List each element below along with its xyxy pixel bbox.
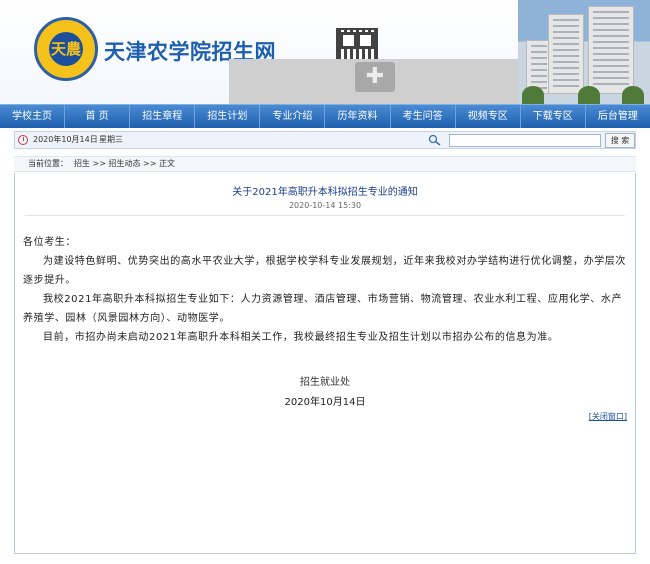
article-title: 关于2021年高职升本科拟招生专业的通知: [232, 187, 418, 198]
tree-icon: [522, 86, 544, 104]
breadcrumb-path[interactable]: 招生 >> 招生动态 >> 正文: [74, 159, 175, 168]
nav-item-admission-plan[interactable]: 招生计划: [195, 105, 261, 128]
nav-item-home[interactable]: 首 页: [65, 105, 131, 128]
article-content: 各位考生： 为建设特色鲜明、优势突出的高水平农业大学，根据学校学科专业发展规划，…: [23, 233, 631, 347]
nav-item-admin[interactable]: 后台管理: [586, 105, 650, 128]
breadcrumb: 当前位置： 招生 >> 招生动态 >> 正文: [14, 156, 636, 172]
nav-item-faq[interactable]: 考生问答: [391, 105, 456, 128]
current-date: 2020年10月14日: [33, 135, 98, 144]
article-greeting: 各位考生：: [23, 237, 76, 248]
article-paragraph: 我校2021年高职升本科拟招生专业如下：人力资源管理、酒店管理、市场营销、物流管…: [23, 294, 623, 324]
school-logo[interactable]: 天農: [34, 17, 98, 81]
campus-photo: [518, 0, 650, 104]
header-banner: 天農 天津农学院招生网 ✚: [0, 0, 650, 104]
nav-item-video[interactable]: 视频专区: [456, 105, 521, 128]
main-nav: 学校主页 首 页 招生章程 招生计划 专业介绍 历年资料 考生问答 视频专区 下…: [0, 104, 650, 128]
tree-icon: [578, 86, 600, 104]
article-time: 2020-10-14 15:30: [288, 201, 362, 210]
info-bar: 2020年10月14日 星期三 搜 索: [14, 131, 636, 149]
logo-emblem: 天農: [49, 32, 83, 66]
article-paragraph: 为建设特色鲜明、优势突出的高水平农业大学，根据学校学科专业发展规划，近年来我校对…: [23, 256, 626, 286]
breadcrumb-prefix: 当前位置：: [28, 159, 68, 168]
search-icon: [428, 134, 441, 146]
search-button[interactable]: 搜 索: [605, 133, 635, 148]
puzzle-piece-icon: ✚: [355, 62, 395, 92]
tree-icon: [622, 86, 644, 104]
article-signature: 招生就业处: [300, 377, 350, 388]
campus-building: [588, 6, 634, 94]
nav-item-admission-rules[interactable]: 招生章程: [130, 105, 196, 128]
current-weekday: 星期三: [99, 135, 123, 144]
nav-item-majors[interactable]: 专业介绍: [260, 105, 326, 128]
nav-item-school-home[interactable]: 学校主页: [0, 105, 66, 128]
nav-item-history[interactable]: 历年资料: [325, 105, 391, 128]
article-paragraph: 目前，市招办尚未启动2021年高职升本科相关工作，我校最终招生专业及招生计划以市…: [43, 332, 559, 343]
campus-building: [548, 14, 584, 94]
clock-icon: [18, 135, 28, 145]
nav-item-download[interactable]: 下载专区: [521, 105, 586, 128]
article-panel: 关于2021年高职升本科拟招生专业的通知 2020-10-14 15:30 各位…: [14, 173, 636, 554]
divider: [25, 215, 625, 216]
close-window-link[interactable]: [关闭窗口]: [589, 411, 627, 422]
article-sign-date: 2020年10月14日: [284, 397, 366, 408]
search-input[interactable]: [449, 134, 601, 147]
